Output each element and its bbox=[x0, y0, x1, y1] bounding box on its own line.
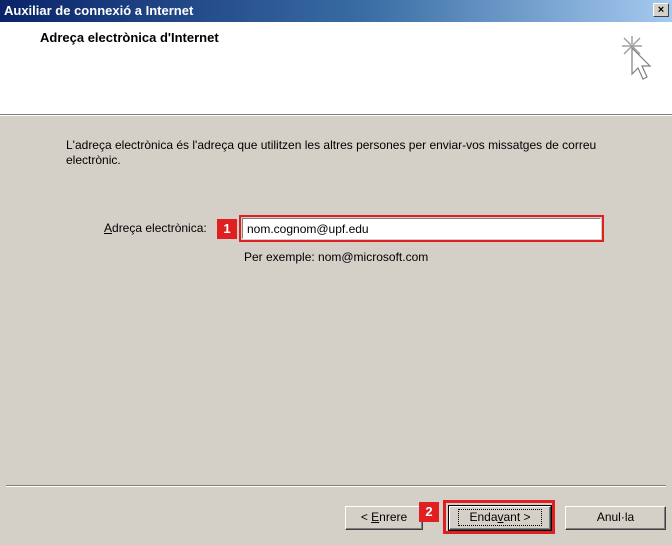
title-bar: Auxiliar de connexió a Internet × bbox=[0, 0, 672, 22]
page-heading: Adreça electrònica d'Internet bbox=[40, 30, 219, 45]
window-title: Auxiliar de connexió a Internet bbox=[4, 3, 194, 18]
footer-divider bbox=[6, 485, 666, 487]
annotation-badge-1: 1 bbox=[217, 219, 237, 239]
example-text: Per exemple: nom@microsoft.com bbox=[244, 250, 429, 264]
email-input[interactable] bbox=[239, 215, 604, 242]
cancel-button[interactable]: Anul·la bbox=[565, 506, 666, 530]
annotation-badge-2: 2 bbox=[419, 502, 439, 522]
back-button[interactable]: < Enrere bbox=[345, 506, 423, 530]
wizard-cursor-icon bbox=[622, 36, 652, 80]
next-focus-ring: Endavant > bbox=[458, 509, 542, 526]
close-button[interactable]: × bbox=[653, 3, 669, 17]
next-rest: ant > bbox=[503, 510, 531, 524]
next-prefix: Enda bbox=[469, 510, 498, 524]
email-label: Adreça electrònica: bbox=[104, 221, 216, 235]
back-prefix: < bbox=[360, 510, 372, 524]
description-text: L'adreça electrònica és l'adreça que uti… bbox=[66, 138, 597, 167]
next-button[interactable]: Endavant > bbox=[448, 505, 552, 531]
wizard-header: Adreça electrònica d'Internet bbox=[0, 22, 672, 115]
back-accesskey: E bbox=[371, 510, 380, 524]
back-rest: nrere bbox=[379, 510, 408, 524]
email-label-accesskey: A bbox=[104, 221, 113, 235]
email-label-rest: dreça electrònica: bbox=[112, 221, 207, 235]
